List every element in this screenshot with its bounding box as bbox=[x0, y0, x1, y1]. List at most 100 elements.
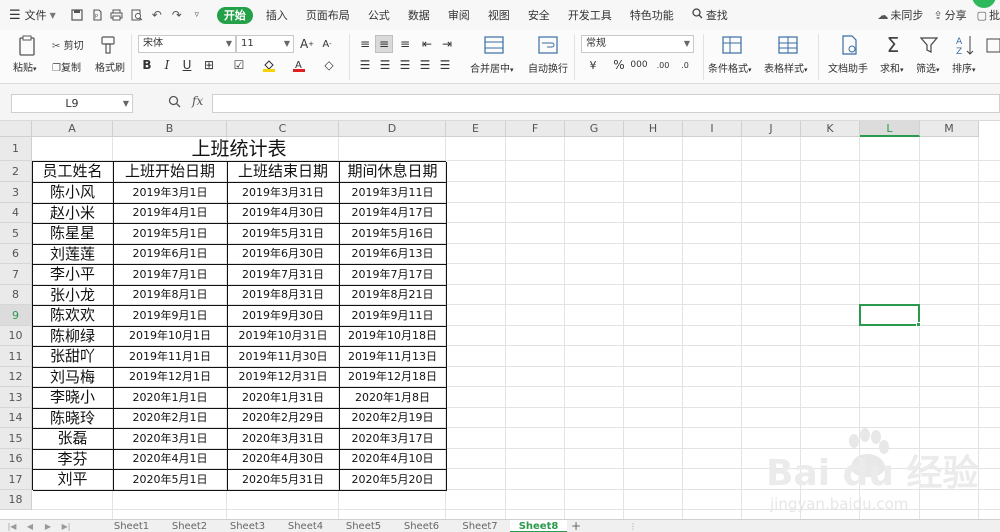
wrap-text-button[interactable]: 自动换行 bbox=[528, 60, 568, 75]
date-cell[interactable]: 2020年5月31日 bbox=[227, 469, 339, 490]
date-cell[interactable]: 2019年9月11日 bbox=[339, 305, 446, 326]
paste-icon[interactable] bbox=[14, 34, 40, 58]
employee-name-cell[interactable]: 张小龙 bbox=[32, 285, 113, 305]
date-cell[interactable]: 2019年10月1日 bbox=[113, 326, 227, 346]
table-header-cell[interactable]: 上班开始日期 bbox=[113, 161, 227, 182]
row-header-3[interactable]: 3 bbox=[0, 182, 32, 203]
date-cell[interactable]: 2019年5月31日 bbox=[227, 223, 339, 244]
tab-features[interactable]: 特色功能 bbox=[621, 0, 683, 30]
table-style-icon[interactable] bbox=[776, 34, 800, 56]
selected-cell[interactable] bbox=[859, 304, 921, 327]
number-format-select[interactable]: 常规 ▼ bbox=[581, 35, 694, 53]
underline-icon[interactable]: U bbox=[178, 56, 196, 74]
indent-increase-icon[interactable]: ⇥ bbox=[438, 35, 456, 53]
date-cell[interactable]: 2019年11月30日 bbox=[227, 346, 339, 367]
date-cell[interactable]: 2019年4月17日 bbox=[339, 203, 446, 223]
date-cell[interactable]: 2019年11月13日 bbox=[339, 346, 446, 367]
date-cell[interactable]: 2019年6月1日 bbox=[113, 244, 227, 264]
row-header-4[interactable]: 4 bbox=[0, 203, 32, 223]
more-tools-icon[interactable] bbox=[986, 34, 1000, 56]
format-painter-button[interactable]: 格式刷 bbox=[95, 59, 125, 74]
date-cell[interactable]: 2019年12月18日 bbox=[339, 367, 446, 387]
date-cell[interactable]: 2019年8月31日 bbox=[227, 285, 339, 305]
sheet-tab-sheet7[interactable]: Sheet7 bbox=[451, 520, 509, 532]
font-name-select[interactable]: 宋体 ▼ bbox=[138, 35, 236, 53]
sync-button[interactable]: ☁ 未同步 bbox=[872, 7, 928, 23]
row-header-18[interactable]: 18 bbox=[0, 490, 32, 510]
align-top-icon[interactable]: ≡ bbox=[356, 35, 374, 53]
sheet-tab-sheet8[interactable]: Sheet8 bbox=[510, 520, 567, 532]
date-cell[interactable]: 2019年6月30日 bbox=[227, 244, 339, 264]
cut-button[interactable]: ✂ 剪切 bbox=[52, 37, 84, 52]
print-preview-icon[interactable] bbox=[127, 0, 147, 30]
currency-icon[interactable]: ¥ bbox=[584, 56, 602, 74]
employee-name-cell[interactable]: 陈柳绿 bbox=[32, 326, 113, 346]
tab-page-layout[interactable]: 页面布局 bbox=[297, 0, 359, 30]
table-header-cell[interactable]: 员工姓名 bbox=[32, 161, 113, 182]
date-cell[interactable]: 2020年1月31日 bbox=[227, 387, 339, 408]
date-cell[interactable]: 2019年9月1日 bbox=[113, 305, 227, 326]
employee-name-cell[interactable]: 赵小米 bbox=[32, 203, 113, 223]
tab-security[interactable]: 安全 bbox=[519, 0, 559, 30]
bold-icon[interactable]: B bbox=[138, 56, 156, 74]
comment-button[interactable]: ▢ 批 bbox=[972, 7, 1000, 23]
merge-center-button[interactable]: 合并居中▾ bbox=[470, 60, 514, 75]
row-header-9[interactable]: 9 bbox=[0, 305, 32, 326]
select-all-corner[interactable] bbox=[0, 121, 32, 137]
conditional-format-icon[interactable] bbox=[720, 34, 744, 56]
row-header-15[interactable]: 15 bbox=[0, 428, 32, 449]
column-header-l[interactable]: L bbox=[860, 121, 920, 137]
row-header-13[interactable]: 13 bbox=[0, 387, 32, 408]
tab-home[interactable]: 开始 bbox=[216, 6, 253, 24]
cell-style-icon[interactable]: ☑ bbox=[230, 56, 248, 74]
date-cell[interactable]: 2020年4月30日 bbox=[227, 449, 339, 469]
thousands-icon[interactable]: 000 bbox=[630, 56, 648, 74]
format-painter-icon[interactable] bbox=[98, 35, 118, 55]
print-icon[interactable] bbox=[107, 0, 127, 30]
paste-button[interactable]: 粘贴▾ bbox=[13, 59, 37, 74]
date-cell[interactable]: 2019年3月1日 bbox=[113, 182, 227, 203]
font-size-select[interactable]: 11 ▼ bbox=[236, 35, 294, 53]
decrease-font-icon[interactable]: A- bbox=[318, 35, 336, 53]
increase-decimal-icon[interactable]: .00 bbox=[654, 56, 672, 74]
employee-name-cell[interactable]: 陈星星 bbox=[32, 223, 113, 244]
date-cell[interactable]: 2019年12月1日 bbox=[113, 367, 227, 387]
date-cell[interactable]: 2020年2月1日 bbox=[113, 408, 227, 428]
italic-icon[interactable]: I bbox=[158, 56, 176, 74]
row-header-6[interactable]: 6 bbox=[0, 244, 32, 264]
search-button[interactable]: 查找 bbox=[683, 0, 737, 30]
employee-name-cell[interactable]: 李芬 bbox=[32, 449, 113, 469]
column-header-f[interactable]: F bbox=[506, 121, 565, 137]
date-cell[interactable]: 2020年2月19日 bbox=[339, 408, 446, 428]
spreadsheet-grid[interactable]: ABCDEFGHIJKLM 1 2 3 4 5 6 7 8 9 10 11 12 13 14 15 16 17 1… bbox=[0, 121, 1000, 519]
sheet-scroll-icon[interactable]: ⋮ bbox=[626, 520, 640, 532]
justify-icon[interactable]: ☰ bbox=[416, 56, 434, 74]
date-cell[interactable]: 2019年7月31日 bbox=[227, 264, 339, 285]
date-cell[interactable]: 2020年2月29日 bbox=[227, 408, 339, 428]
row-header-12[interactable]: 12 bbox=[0, 367, 32, 387]
sort-icon[interactable]: AZ bbox=[954, 33, 976, 57]
date-cell[interactable]: 2019年3月31日 bbox=[227, 182, 339, 203]
align-middle-icon[interactable]: ≡ bbox=[375, 35, 393, 53]
row-header-10[interactable]: 10 bbox=[0, 326, 32, 346]
name-box[interactable]: L9 ▼ bbox=[11, 94, 133, 113]
column-header-e[interactable]: E bbox=[446, 121, 506, 137]
date-cell[interactable]: 2020年3月17日 bbox=[339, 428, 446, 449]
date-cell[interactable]: 2019年10月31日 bbox=[227, 326, 339, 346]
employee-name-cell[interactable]: 刘马梅 bbox=[32, 367, 113, 387]
date-cell[interactable]: 2019年7月1日 bbox=[113, 264, 227, 285]
filter-button[interactable]: 筛选▾ bbox=[916, 60, 940, 75]
sheet-title-cell[interactable]: 上班统计表 bbox=[32, 137, 446, 161]
prev-sheet-icon[interactable]: ◀ bbox=[22, 520, 38, 532]
tab-formulas[interactable]: 公式 bbox=[359, 0, 399, 30]
increase-font-icon[interactable]: A + bbox=[298, 35, 316, 53]
align-right-icon[interactable]: ☰ bbox=[396, 56, 414, 74]
row-header-5[interactable]: 5 bbox=[0, 223, 32, 244]
function-icon[interactable]: fx bbox=[192, 94, 203, 108]
employee-name-cell[interactable]: 陈欢欢 bbox=[32, 305, 113, 326]
row-header-14[interactable]: 14 bbox=[0, 408, 32, 428]
employee-name-cell[interactable]: 张磊 bbox=[32, 428, 113, 449]
employee-name-cell[interactable]: 李小平 bbox=[32, 264, 113, 285]
tab-view[interactable]: 视图 bbox=[479, 0, 519, 30]
employee-name-cell[interactable]: 陈小风 bbox=[32, 182, 113, 203]
